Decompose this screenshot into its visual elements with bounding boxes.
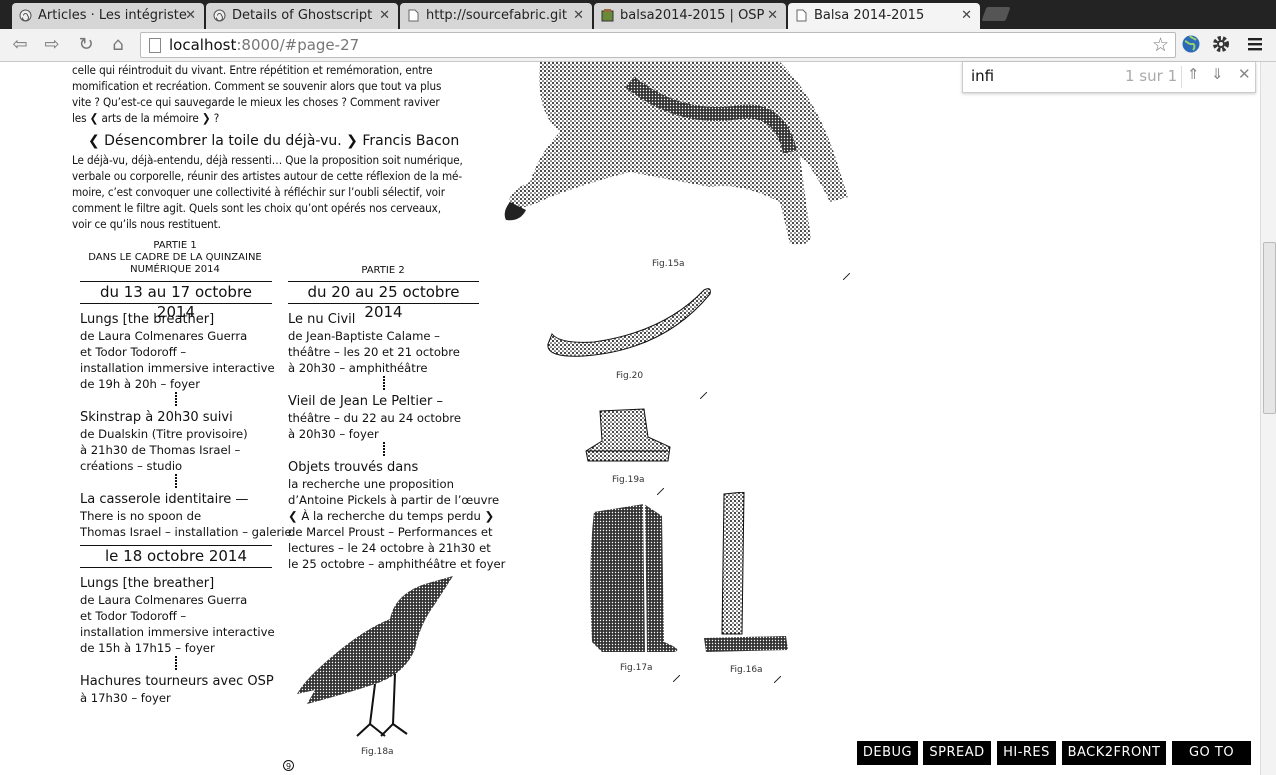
page-canvas: celle qui réintroduit du vivant. Entre r… [0, 62, 1260, 775]
divider [1181, 66, 1182, 88]
event: Lungs [the breather] de Laura Colmenares… [80, 312, 275, 391]
tusk-figure [547, 288, 711, 357]
divider [383, 376, 385, 390]
intro-line: momification et recréation. Comment se s… [72, 79, 442, 93]
divider [175, 656, 177, 670]
intro-para-line: Le déjà-vu, déjà-entendu, déjà ressenti…… [72, 153, 463, 167]
figure-caption: Fig.18a [361, 747, 394, 757]
elephant-figure [504, 62, 848, 245]
resize-handle[interactable] [673, 675, 680, 682]
close-icon[interactable]: ✕ [1238, 65, 1251, 83]
reload-icon[interactable]: ↻ [74, 33, 98, 57]
close-icon[interactable]: ✕ [767, 3, 778, 28]
stele-figure [590, 503, 678, 653]
vertical-scrollbar[interactable] [1260, 62, 1276, 775]
page-number: 9 [283, 760, 294, 771]
tab-articles[interactable]: Articles · Les intégriste ✕ [12, 3, 204, 29]
page-icon [408, 9, 419, 22]
event: Hachures tourneurs avec OSP à 17h30 – fo… [80, 674, 274, 705]
intro-line: les ❮ arts de la mémoire ❯ ? [72, 111, 220, 125]
part1-date-b: le 18 octobre 2014 [80, 545, 272, 568]
tab-label: Balsa 2014-2015 [814, 8, 925, 23]
tab-label: Details of Ghostscript [232, 8, 373, 23]
event: Objets trouvés dans la recherche une pro… [288, 460, 506, 571]
event: Vieil de Jean Le Peltier – théâtre – du … [288, 394, 462, 441]
menu-icon[interactable] [1246, 35, 1264, 53]
browser-toolbar: ⇦ ⇨ ↻ ⌂ localhost:8000/#page-27 ☆ [0, 29, 1276, 62]
part2-label: PARTIE 2 [361, 265, 405, 276]
intro-line: celle qui réintroduit du vivant. Entre r… [72, 63, 433, 77]
gear-icon[interactable] [1211, 34, 1231, 54]
address-bar[interactable]: localhost:8000/#page-27 ☆ [140, 32, 1176, 58]
figure-caption: Fig.20 [616, 371, 644, 381]
divider [175, 392, 177, 406]
bacon-quote: ❮ Désencombrer la toile du déjà-vu. ❯ Fr… [88, 133, 460, 149]
home-icon[interactable]: ⌂ [106, 33, 130, 57]
event: La casserole identitaire — There is no s… [80, 492, 292, 539]
page-icon [149, 38, 161, 53]
find-previous-icon[interactable]: ⇑ [1187, 65, 1200, 83]
part1-date-a: du 13 au 17 octobre 2014 [80, 281, 272, 321]
intro-para-line: voir ce qu’ils nous restituent. [72, 217, 221, 231]
close-icon[interactable]: ✕ [961, 3, 972, 28]
resize-handle[interactable] [657, 488, 664, 495]
debug-button[interactable]: DEBUG [857, 741, 918, 765]
block-figure [585, 408, 671, 462]
back-icon[interactable]: ⇦ [8, 33, 32, 57]
tab-label: balsa2014-2015 | OSP [620, 8, 765, 23]
gitorious-icon [601, 9, 614, 22]
spiral-icon [19, 9, 32, 22]
intro-para-line: comment le filtre agit. Quels sont les c… [72, 201, 441, 215]
tab-label: Articles · Les intégriste [38, 8, 187, 23]
event: Le nu Civil de Jean-Baptiste Calame – th… [288, 312, 460, 375]
divider [175, 474, 177, 488]
figure-caption: Fig.15a [652, 259, 685, 269]
event: Lungs [the breather] de Laura Colmenares… [80, 576, 275, 655]
back2front-button[interactable]: BACK2FRONT [1062, 741, 1166, 765]
page-icon [796, 9, 807, 22]
resize-handle[interactable] [700, 392, 707, 399]
tab-ghostscript[interactable]: Details of Ghostscript ✕ [206, 3, 398, 29]
part1-label: PARTIE 1 DANS LE CADRE DE LA QUINZAINE N… [88, 240, 262, 275]
bookmark-star-icon[interactable]: ☆ [1152, 33, 1169, 57]
tab-sourcefabric[interactable]: http://sourcefabric.git ✕ [400, 3, 592, 29]
figure-caption: Fig.16a [730, 665, 763, 675]
tab-osp[interactable]: balsa2014-2015 | OSP ✕ [594, 3, 786, 29]
resize-handle[interactable] [843, 273, 850, 280]
intro-line: vite ? Qu’est-ce qui sauvegarde le mieux… [72, 95, 440, 109]
divider [383, 442, 385, 456]
find-bar: infi 1 sur 1 ⇑ ⇓ ✕ [962, 62, 1256, 93]
close-icon[interactable]: ✕ [573, 3, 584, 28]
forward-icon[interactable]: ⇨ [40, 33, 64, 57]
hi-res-button[interactable]: HI-RES [997, 741, 1056, 765]
goto-button[interactable]: GO TO [1172, 741, 1251, 765]
tab-label: http://sourcefabric.git [426, 8, 567, 23]
figure-caption: Fig.19a [612, 475, 645, 485]
resize-handle[interactable] [774, 676, 781, 683]
spiral-icon [213, 9, 226, 22]
crow-figure [297, 576, 453, 737]
spread-button[interactable]: SPREAD [923, 741, 991, 765]
event: Skinstrap à 20h30 suivi de Dualskin (Tit… [80, 410, 248, 473]
scrollbar-thumb[interactable] [1263, 242, 1276, 414]
new-tab-button[interactable] [981, 7, 1011, 21]
find-input[interactable]: infi [971, 67, 994, 85]
tab-strip: Articles · Les intégriste ✕ Details of G… [0, 0, 1276, 29]
intro-para-line: moire, c’est convoquer une collectivité … [72, 185, 445, 199]
globe-icon[interactable] [1181, 34, 1201, 54]
part2-date: du 20 au 25 octobre 2014 [288, 281, 479, 321]
find-next-icon[interactable]: ⇓ [1211, 65, 1224, 83]
tab-balsa[interactable]: Balsa 2014-2015 ✕ [788, 3, 980, 29]
pillar-figure [704, 492, 788, 652]
figure-caption: Fig.17a [620, 663, 653, 673]
url-text[interactable]: localhost:8000/#page-27 [169, 33, 359, 57]
intro-para-line: verbale ou corporelle, réunir des artist… [72, 169, 463, 183]
close-icon[interactable]: ✕ [379, 3, 390, 28]
close-icon[interactable]: ✕ [185, 3, 196, 28]
find-match-count: 1 sur 1 [1125, 67, 1178, 85]
